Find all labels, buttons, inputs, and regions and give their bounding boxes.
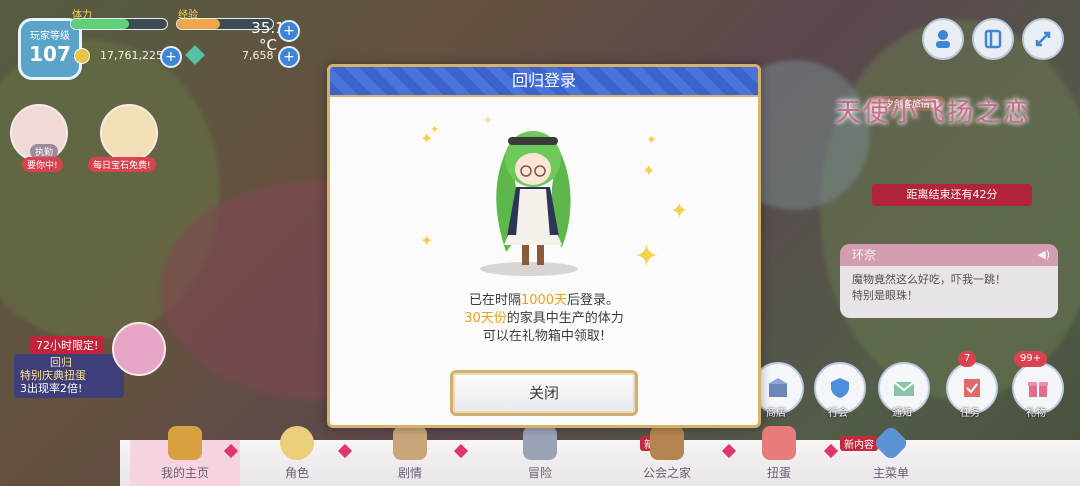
nav-character[interactable]: 角色 [242, 426, 352, 486]
stamina-bar [70, 18, 168, 30]
nav-adventure[interactable]: 冒险 [485, 426, 595, 486]
gift-badge: 99+ [1014, 351, 1048, 367]
shop-icon [768, 378, 788, 397]
nav-guild-house[interactable]: 公会之家 [612, 426, 722, 486]
chat-line-1: 魔物竟然这么好吃，吓我一跳！ [852, 273, 1006, 286]
notice-label: 通知 [892, 408, 912, 419]
mission-badge: 7 [958, 351, 977, 367]
chibi-character-2[interactable] [100, 104, 158, 162]
close-button[interactable]: 关闭 [450, 370, 638, 416]
mission-icon [964, 379, 980, 397]
character-chat-bubble: 环奈 ◀) 魔物竟然这么好吃，吓我一跳！ 特别是眼珠！ [840, 244, 1058, 318]
sparkle-icon: ✦ [634, 239, 660, 274]
book-icon [393, 426, 427, 460]
envelope-icon [893, 381, 915, 396]
promo-character [112, 322, 166, 376]
resize-icon [1035, 31, 1051, 47]
promo-line-1: 回归 [50, 356, 72, 369]
resize-button[interactable] [1022, 18, 1064, 60]
shield-icon [831, 378, 849, 398]
gacha-icon [762, 426, 796, 460]
message-line-1-pre: 已在时隔 [468, 293, 521, 308]
jewel-plus-button[interactable]: + [278, 46, 300, 68]
nav-story[interactable]: 剧情 [355, 426, 465, 486]
exp-bar-fill [177, 19, 221, 29]
sparkle-icon: ✦ [642, 161, 656, 180]
promo-headline: 72小时限定! [30, 336, 105, 354]
return-login-dialog: 回归登录 ✦ ✦ ✦ ✦ ✦ ✦ ✦ ✦ 已在时隔1000天后登录。 30天份的… [327, 64, 761, 428]
guild-label: 行会 [828, 408, 848, 419]
chat-speaker: 环奈 [840, 244, 1058, 266]
message-line-1-post: 后登录。 [567, 293, 620, 308]
dialog-message: 已在时隔1000天后登录。 30天份的家具中生产的体力 可以在礼物箱中领取! [330, 292, 758, 346]
nav-label-guild-house: 公会之家 [642, 466, 691, 480]
profile-button[interactable] [922, 18, 964, 60]
message-line-1: 已在时隔1000天后登录。 [330, 292, 758, 310]
message-line-3: 可以在礼物箱中领取! [482, 329, 606, 344]
mana-icon [74, 48, 90, 64]
chat-line-2: 特别是眼珠！ [852, 289, 918, 302]
nav-label-gacha: 扭蛋 [766, 466, 791, 480]
nav-label-my-page: 我的主页 [160, 466, 209, 480]
nav-label-story: 剧情 [397, 466, 422, 480]
days-furniture-highlight: 30天份 [464, 311, 507, 326]
promo-line-3: 3出现率2倍! [20, 382, 83, 395]
chibi-tag-3: 每日宝石免费! [88, 157, 156, 172]
message-line-2: 30天份的家具中生产的体力 [330, 310, 758, 328]
mana-amount: 17,761,225 [100, 49, 163, 62]
jewel-amount: 7,658 [242, 49, 274, 62]
event-remaining-time: 距离结束还有42分 [872, 184, 1032, 206]
jewel-icon [185, 45, 205, 65]
sword-icon [523, 426, 557, 460]
home-icon [168, 426, 202, 460]
chibi-tag-2: 要你中! [22, 157, 63, 172]
sparkle-icon: ✦ [420, 231, 434, 250]
speaker-icon[interactable]: ◀) [1037, 248, 1050, 261]
nav-label-main-menu: 主菜单 [872, 466, 909, 480]
chibi-maid-character [496, 131, 571, 265]
mana-plus-button[interactable]: + [160, 46, 182, 68]
player-status-panel: 玩家等级 107 体力 经验 35.1 °C + 17,761,225 + 7,… [8, 8, 300, 80]
gift-label: 礼物 [1026, 408, 1046, 419]
sparkle-icon: ✦ [646, 133, 657, 148]
stamina-plus-button[interactable]: + [278, 20, 300, 42]
days-away-highlight: 1000天 [520, 293, 568, 308]
sparkle-icon: ✦ [430, 123, 440, 136]
stamina-bar-fill [71, 19, 129, 29]
nav-my-page[interactable]: 我的主页 [130, 426, 240, 486]
gift-icon [1028, 382, 1048, 397]
house-icon [650, 426, 684, 460]
player-level-label: 玩家等级 [30, 31, 70, 42]
nav-label-adventure: 冒险 [527, 466, 552, 480]
nav-label-character: 角色 [284, 466, 309, 480]
message-line-2-post: 的家具中生产的体力 [506, 311, 624, 326]
promo-line-2: 特别庆典扭蛋 [20, 369, 86, 382]
dialog-title: 回归登录 [511, 71, 576, 90]
mission-label: 任务 [960, 408, 980, 419]
nav-gacha[interactable]: 扭蛋 [724, 426, 834, 486]
event-title[interactable]: 天使小飞扬之恋 [835, 92, 1045, 162]
window-icon [984, 29, 1002, 49]
nav-main-menu[interactable]: 主菜单 [836, 424, 946, 486]
person-icon [936, 30, 950, 48]
character-icon [280, 426, 314, 460]
window-button[interactable] [972, 18, 1014, 60]
sparkle-icon: ✦ [670, 199, 689, 224]
player-level-value: 107 [29, 42, 71, 66]
